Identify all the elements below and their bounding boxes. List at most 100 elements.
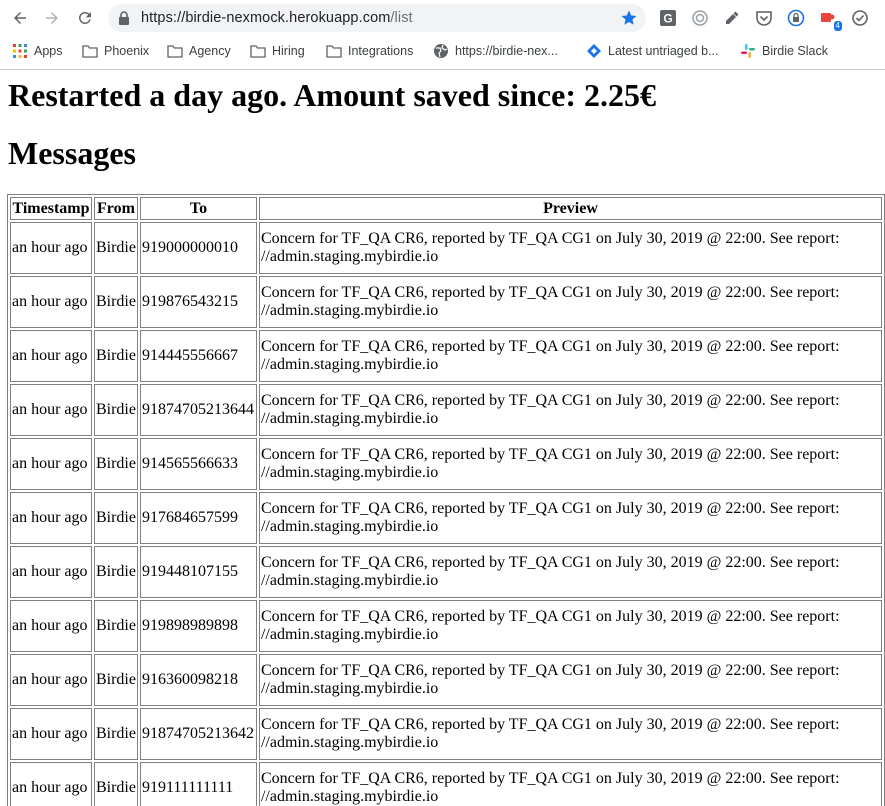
table-row: an hour ago Birdie 919448107155 Concern … [10, 546, 882, 598]
lock-icon [119, 11, 129, 25]
table-row: an hour ago Birdie 919898989898 Concern … [10, 600, 882, 652]
bookmark-birdie-slack[interactable]: Birdie Slack [740, 41, 828, 61]
browser-toolbar: https://birdie-nexmock.herokuapp.com/lis… [0, 0, 885, 37]
folder-icon [167, 43, 183, 59]
cell-from: Birdie [93, 276, 138, 328]
bookmark-label: Agency [189, 44, 231, 58]
cell-timestamp: an hour ago [10, 546, 92, 598]
cell-preview: Concern for TF_QA CR6, reported by TF_QA… [258, 600, 882, 652]
bookmark-label: Phoenix [104, 44, 150, 58]
cell-timestamp: an hour ago [10, 762, 92, 806]
cell-timestamp: an hour ago [10, 330, 92, 382]
bookmark-latest-untriaged[interactable]: Latest untriaged b... [586, 41, 719, 61]
cell-timestamp: an hour ago [10, 384, 92, 436]
svg-text:G: G [663, 12, 672, 26]
cell-timestamp: an hour ago [10, 492, 92, 544]
cell-from: Birdie [93, 384, 138, 436]
url-path: /list [390, 10, 413, 26]
cell-to: 919111111111 [139, 762, 257, 806]
bookmark-label: Latest untriaged b... [608, 44, 719, 58]
cell-to: 919000000010 [139, 222, 257, 274]
extension-notifications[interactable]: 4 [818, 8, 842, 31]
g-letter-icon: G [660, 10, 676, 26]
table-row: an hour ago Birdie 91874705213644 Concer… [10, 384, 882, 436]
extension-eyedropper[interactable] [722, 8, 742, 28]
folder-icon [250, 43, 266, 59]
bookmark-label: Birdie Slack [762, 44, 828, 58]
cell-timestamp: an hour ago [10, 222, 92, 274]
slack-icon [740, 43, 756, 59]
bookmark-agency[interactable]: Agency [167, 41, 231, 61]
bookmark-star-icon[interactable] [620, 9, 638, 27]
table-header-row: Timestamp From To Preview [10, 197, 882, 220]
folder-icon [82, 43, 98, 59]
extension-grammarly[interactable]: G [658, 8, 678, 28]
table-row: an hour ago Birdie 914445556667 Concern … [10, 330, 882, 382]
cell-preview: Concern for TF_QA CR6, reported by TF_QA… [258, 654, 882, 706]
cell-to: 91874705213644 [139, 384, 257, 436]
bookmark-label: Hiring [272, 44, 305, 58]
cell-preview: Concern for TF_QA CR6, reported by TF_QA… [258, 438, 882, 490]
table-row: an hour ago Birdie 914565566633 Concern … [10, 438, 882, 490]
cell-from: Birdie [93, 492, 138, 544]
arrow-left-icon [14, 12, 26, 24]
apps-grid-icon [12, 43, 28, 59]
cell-timestamp: an hour ago [10, 276, 92, 328]
table-row: an hour ago Birdie 916360098218 Concern … [10, 654, 882, 706]
table-row: an hour ago Birdie 917684657599 Concern … [10, 492, 882, 544]
bookmark-birdie-nexmock[interactable]: https://birdie-nex... [433, 41, 558, 61]
extension-badge: 4 [833, 21, 842, 31]
table-row: an hour ago Birdie 91874705213642 Concer… [10, 708, 882, 760]
cell-timestamp: an hour ago [10, 600, 92, 652]
bookmark-integrations[interactable]: Integrations [326, 41, 413, 61]
folder-icon [326, 43, 342, 59]
check-circle-icon [852, 10, 868, 26]
diamond-icon [586, 43, 602, 59]
page-content: Restarted a day ago. Amount saved since:… [0, 69, 885, 806]
table-row: an hour ago Birdie 919000000010 Concern … [10, 222, 882, 274]
cell-preview: Concern for TF_QA CR6, reported by TF_QA… [258, 708, 882, 760]
swirl-icon [692, 10, 708, 26]
cell-from: Birdie [93, 222, 138, 274]
cell-to: 919898989898 [139, 600, 257, 652]
cell-timestamp: an hour ago [10, 438, 92, 490]
arrow-right-icon [46, 12, 58, 24]
cell-from: Birdie [93, 546, 138, 598]
amount-saved-heading: Restarted a day ago. Amount saved since:… [8, 77, 656, 113]
cell-timestamp: an hour ago [10, 654, 92, 706]
header-from: From [93, 197, 138, 220]
cell-preview: Concern for TF_QA CR6, reported by TF_QA… [258, 546, 882, 598]
cell-to: 91874705213642 [139, 708, 257, 760]
cell-preview: Concern for TF_QA CR6, reported by TF_QA… [258, 222, 882, 274]
cell-from: Birdie [93, 330, 138, 382]
messages-table: Timestamp From To Preview an hour ago Bi… [7, 194, 885, 806]
bookmark-phoenix[interactable]: Phoenix [82, 41, 149, 61]
back-button[interactable] [8, 6, 32, 30]
extension-pocket[interactable] [754, 8, 774, 28]
cell-timestamp: an hour ago [10, 708, 92, 760]
extension-swirl[interactable] [690, 8, 710, 28]
bookmark-label: Apps [34, 44, 63, 58]
extension-check[interactable] [850, 8, 870, 28]
header-preview: Preview [258, 197, 882, 220]
browser-chrome: https://birdie-nexmock.herokuapp.com/lis… [0, 0, 885, 70]
cell-to: 919876543215 [139, 276, 257, 328]
cell-from: Birdie [93, 762, 138, 806]
address-bar[interactable]: https://birdie-nexmock.herokuapp.com/lis… [108, 4, 646, 32]
reload-icon [78, 11, 91, 24]
forward-button[interactable] [40, 6, 64, 30]
cell-to: 917684657599 [139, 492, 257, 544]
extension-password[interactable] [786, 8, 806, 28]
cell-preview: Concern for TF_QA CR6, reported by TF_QA… [258, 384, 882, 436]
cell-from: Birdie [93, 654, 138, 706]
bookmark-hiring[interactable]: Hiring [250, 41, 305, 61]
reload-button[interactable] [73, 6, 97, 30]
cell-to: 919448107155 [139, 546, 257, 598]
cell-preview: Concern for TF_QA CR6, reported by TF_QA… [258, 276, 882, 328]
url-host: https://birdie-nexmock.herokuapp.com [141, 10, 391, 26]
messages-heading: Messages [8, 135, 136, 171]
cell-to: 914565566633 [139, 438, 257, 490]
cell-preview: Concern for TF_QA CR6, reported by TF_QA… [258, 492, 882, 544]
cell-to: 916360098218 [139, 654, 257, 706]
bookmark-apps[interactable]: Apps [12, 41, 63, 61]
